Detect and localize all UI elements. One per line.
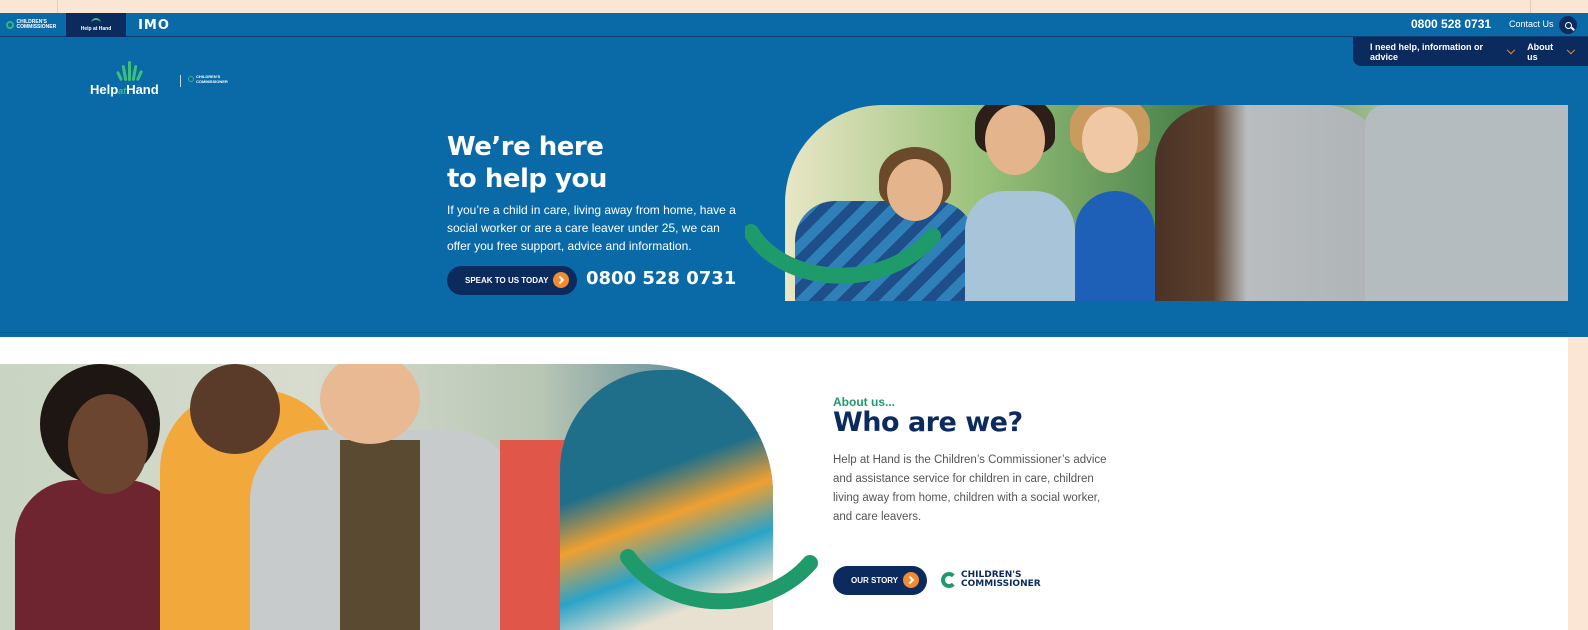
top-phone-link[interactable]: 0800 528 0731 xyxy=(1411,17,1491,31)
chevron-down-icon xyxy=(1506,45,1515,55)
partner-logo-label: CHILDREN'S COMMISSIONER xyxy=(196,74,228,84)
photo-figure xyxy=(1070,105,1150,301)
commissioner-c-icon xyxy=(188,76,194,82)
browser-frame-right xyxy=(1568,337,1588,630)
green-swoosh-decoration xyxy=(620,549,818,610)
photo-figure xyxy=(1155,105,1385,301)
hand-logo-icon xyxy=(116,57,144,82)
brand-tab-label: Help at Hand xyxy=(80,26,112,32)
green-swoosh-decoration xyxy=(745,224,941,284)
button-label: SPEAK TO US TODAY xyxy=(465,276,549,285)
childrens-commissioner-logo[interactable]: CHILDREN'S COMMISSIONER xyxy=(941,571,1041,589)
brand-tab-label: IMO xyxy=(138,17,170,33)
frame-rule xyxy=(1530,0,1531,13)
utility-bar: CHILDREN'S COMMISSIONER Help at Hand IMO… xyxy=(0,13,1588,37)
our-story-button[interactable]: OUR STORY xyxy=(833,566,927,595)
nav-item-help[interactable]: I need help, information or advice xyxy=(1370,41,1515,62)
frame-rule xyxy=(57,0,58,13)
search-button[interactable] xyxy=(1559,16,1577,34)
hero-title: We’re here to help you xyxy=(447,132,607,194)
nav-item-about[interactable]: About us xyxy=(1527,41,1576,62)
hero-divider xyxy=(0,332,1568,333)
photo-figure xyxy=(320,364,420,444)
about-title: Who are we? xyxy=(833,407,1023,438)
photo-figure xyxy=(190,364,280,454)
hero-section: I need help, information or advice About… xyxy=(0,37,1588,337)
search-icon xyxy=(1564,21,1572,29)
brand-tab-label: CHILDREN'S COMMISSIONER xyxy=(16,19,57,30)
arrow-right-icon xyxy=(553,272,569,288)
site-logo[interactable]: HelpatHand CHILDREN'S COMMISSIONER xyxy=(90,57,250,107)
partner-logo: CHILDREN'S COMMISSIONER xyxy=(188,74,234,84)
photo-figure xyxy=(975,105,1055,301)
commissioner-c-icon xyxy=(5,21,14,29)
about-section xyxy=(0,337,1588,630)
speak-to-us-button[interactable]: SPEAK TO US TODAY xyxy=(447,266,577,295)
photo-figure xyxy=(340,440,420,630)
logo-wordmark: HelpatHand xyxy=(90,82,159,97)
about-description: Help at Hand is the Children’s Commissio… xyxy=(833,454,1107,523)
logo-divider xyxy=(180,75,181,87)
photo-figure xyxy=(40,364,160,504)
nav-item-label: About us xyxy=(1527,41,1554,62)
brand-tab-childrens-commissioner[interactable]: CHILDREN'S COMMISSIONER xyxy=(0,13,62,37)
brand-tab-imo[interactable]: IMO xyxy=(134,13,174,37)
main-nav: I need help, information or advice About… xyxy=(1353,37,1588,66)
hand-icon xyxy=(91,18,101,25)
commissioner-c-icon xyxy=(941,572,957,588)
nav-item-label: I need help, information or advice xyxy=(1370,41,1484,62)
hero-description: If you’re a child in care, living away f… xyxy=(447,203,736,253)
arrow-right-icon xyxy=(903,572,919,588)
page-frame: CHILDREN'S COMMISSIONER Help at Hand IMO… xyxy=(0,0,1588,630)
brand-tab-help-at-hand[interactable]: Help at Hand xyxy=(66,13,126,37)
hero-phone-number[interactable]: 0800 528 0731 xyxy=(586,268,736,289)
contact-us-link[interactable]: Contact Us xyxy=(1509,19,1554,29)
chevron-down-icon xyxy=(1567,45,1576,55)
browser-frame-top xyxy=(0,0,1588,13)
button-label: OUR STORY xyxy=(851,576,899,585)
photo-figure xyxy=(1365,105,1568,301)
